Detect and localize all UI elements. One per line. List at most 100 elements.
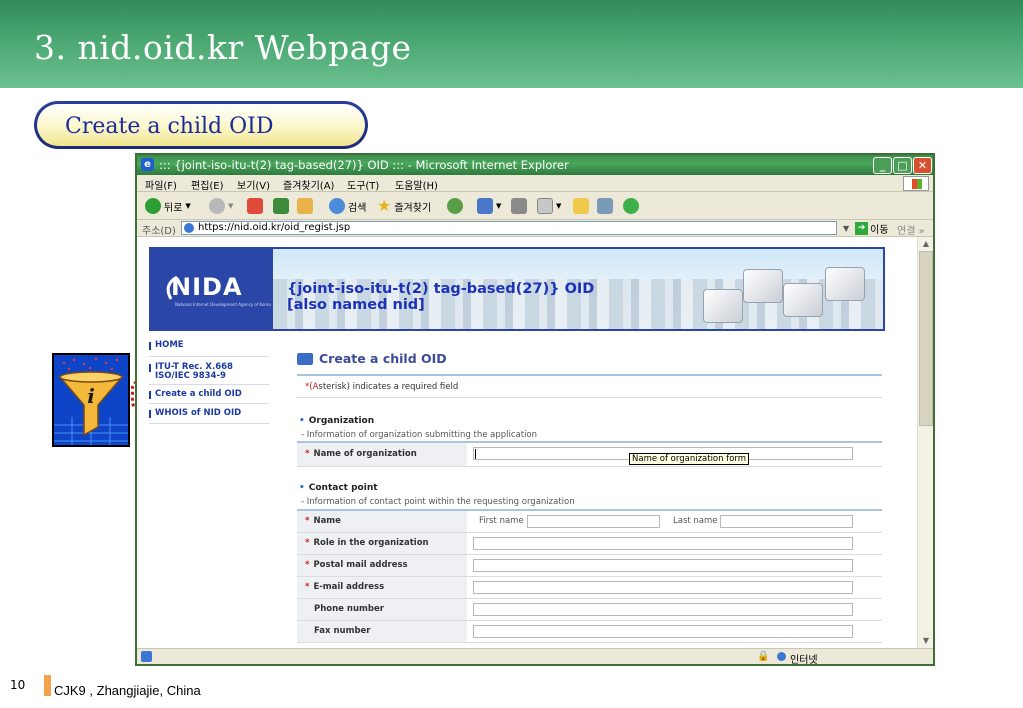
menu-bar: 파일(F) 편집(E) 보기(V) 즐겨찾기(A) 도구(T) 도움말(H) <box>137 175 933 192</box>
form-title: Create a child OID <box>319 351 447 366</box>
footer-accent-bar <box>44 675 51 696</box>
history-button[interactable] <box>447 197 463 215</box>
slide-title: 3. nid.oid.kr Webpage <box>34 28 412 67</box>
email-row: * E-mail address <box>297 577 882 599</box>
folder-button[interactable] <box>573 197 589 215</box>
print-button[interactable] <box>511 197 527 215</box>
page-viewport: NIDA National Internet Development Agenc… <box>137 237 917 648</box>
subtitle-pill: Create a child OID <box>34 101 368 149</box>
role-label: * Role in the organization <box>297 533 467 554</box>
back-arrow-icon <box>145 198 161 214</box>
nav-item-home[interactable]: HOME <box>149 341 271 350</box>
status-bar: 🔒 인터넷 <box>137 648 933 664</box>
contact-section-desc: - Information of contact point within th… <box>301 497 575 507</box>
research-button[interactable] <box>597 197 613 215</box>
browser-window: e ::: {joint-iso-itu-t(2) tag-based(27)}… <box>135 153 935 666</box>
svg-text:i: i <box>87 384 95 408</box>
required-note: *(Asterisk) indicates a required field <box>305 382 459 392</box>
keyboard-key <box>783 283 823 317</box>
search-button[interactable]: 검색 <box>329 197 366 215</box>
go-label: 이동 <box>870 224 889 236</box>
phone-input[interactable] <box>473 603 853 616</box>
postal-row: * Postal mail address <box>297 555 882 577</box>
messenger-icon <box>623 198 639 214</box>
banner-line1: {joint-iso-itu-t(2) tag-based(27)} OID <box>287 281 595 297</box>
logo-text: NIDA <box>171 273 243 301</box>
windows-logo-icon <box>903 176 929 191</box>
scroll-thumb[interactable] <box>919 251 933 426</box>
menu-tools[interactable]: 도구(T) <box>347 177 379 192</box>
form-header: Create a child OID <box>297 351 447 366</box>
last-name-label: Last name <box>673 516 718 526</box>
footer-text: CJK9 , Zhangjiajie, China <box>54 683 201 698</box>
postal-label: * Postal mail address <box>297 555 467 576</box>
vertical-scrollbar[interactable]: ▲ ▼ <box>917 237 933 648</box>
nav-item-whois[interactable]: WHOIS of NID OID <box>149 409 271 418</box>
nav-item-create-child-oid[interactable]: Create a child OID <box>149 390 271 399</box>
nav-label: Create a child OID <box>155 389 242 399</box>
print-icon <box>511 198 527 214</box>
address-input[interactable]: https://nid.oid.kr/oid_regist.jsp <box>181 221 837 235</box>
mail-button[interactable]: ▼ <box>477 197 501 215</box>
slide-header: 3. nid.oid.kr Webpage <box>0 0 1023 88</box>
scroll-down-icon[interactable]: ▼ <box>920 635 932 647</box>
refresh-icon <box>273 198 289 214</box>
internet-zone-icon <box>777 652 786 661</box>
research-icon <box>597 198 613 214</box>
nav-label: HOME <box>155 340 184 350</box>
phone-row: Phone number <box>297 599 882 621</box>
messenger-button[interactable] <box>623 197 639 215</box>
back-button[interactable]: 뒤로 ▼ <box>145 197 191 215</box>
menu-file[interactable]: 파일(F) <box>145 177 177 192</box>
subtitle-pill-inner: Create a child OID <box>37 104 365 146</box>
organization-name-row: * Name of organization <box>297 443 882 467</box>
menu-help[interactable]: 도움말(H) <box>395 177 438 192</box>
edit-button[interactable]: ▼ <box>537 197 561 215</box>
home-button[interactable] <box>297 197 313 215</box>
close-button[interactable]: ✕ <box>913 157 932 174</box>
keyboard-key <box>825 267 865 301</box>
fax-input[interactable] <box>473 625 853 638</box>
back-label: 뒤로 <box>164 202 183 214</box>
postal-input[interactable] <box>473 559 853 572</box>
funnel-info-icon: i <box>52 353 130 447</box>
search-icon <box>329 198 345 214</box>
nav-item-itu-rec[interactable]: ITU-T Rec. X.668 ISO/IEC 9834-9 <box>149 363 271 381</box>
home-icon <box>297 198 313 214</box>
minimize-button[interactable]: _ <box>873 157 892 174</box>
nida-logo[interactable]: NIDA National Internet Development Agenc… <box>149 247 273 331</box>
window-titlebar[interactable]: e ::: {joint-iso-itu-t(2) tag-based(27)}… <box>137 155 933 175</box>
stop-icon <box>247 198 263 214</box>
zone-label: 인터넷 <box>790 655 818 666</box>
search-label: 검색 <box>348 202 367 214</box>
last-name-input[interactable] <box>720 515 853 528</box>
favorites-button[interactable]: ★ 즐겨찾기 <box>377 197 431 215</box>
go-button[interactable]: ▼ ➔ 이동 <box>843 221 889 236</box>
menu-edit[interactable]: 편집(E) <box>191 177 224 192</box>
window-title: ::: {joint-iso-itu-t(2) tag-based(27)} O… <box>159 158 569 172</box>
links-toolbar[interactable]: 연결 » <box>897 222 925 237</box>
fax-row: Fax number <box>297 621 882 643</box>
email-input[interactable] <box>473 581 853 594</box>
maximize-button[interactable]: □ <box>893 157 912 174</box>
address-bar: 주소(D) https://nid.oid.kr/oid_regist.jsp … <box>137 220 933 237</box>
nav-divider <box>149 356 269 357</box>
organization-section-desc: - Information of organization submitting… <box>301 430 538 440</box>
banner-title: {joint-iso-itu-t(2) tag-based(27)} OID [… <box>287 281 594 313</box>
first-name-label: First name <box>479 516 524 526</box>
forward-button[interactable]: ▼ <box>209 197 233 215</box>
role-input[interactable] <box>473 537 853 550</box>
scroll-up-icon[interactable]: ▲ <box>920 238 932 250</box>
edit-icon <box>537 198 553 214</box>
first-name-input[interactable] <box>527 515 660 528</box>
menu-view[interactable]: 보기(V) <box>237 177 270 192</box>
funnel-icon: i <box>54 357 128 445</box>
stop-button[interactable] <box>247 197 263 215</box>
menu-favorites[interactable]: 즐겨찾기(A) <box>283 177 334 192</box>
refresh-button[interactable] <box>273 197 289 215</box>
page-number: 10 <box>10 678 26 692</box>
banner-line2: [also named nid] <box>287 297 425 313</box>
nav-divider <box>149 403 269 404</box>
nav-label: WHOIS of NID OID <box>155 408 242 418</box>
site-banner: NIDA National Internet Development Agenc… <box>149 247 885 331</box>
